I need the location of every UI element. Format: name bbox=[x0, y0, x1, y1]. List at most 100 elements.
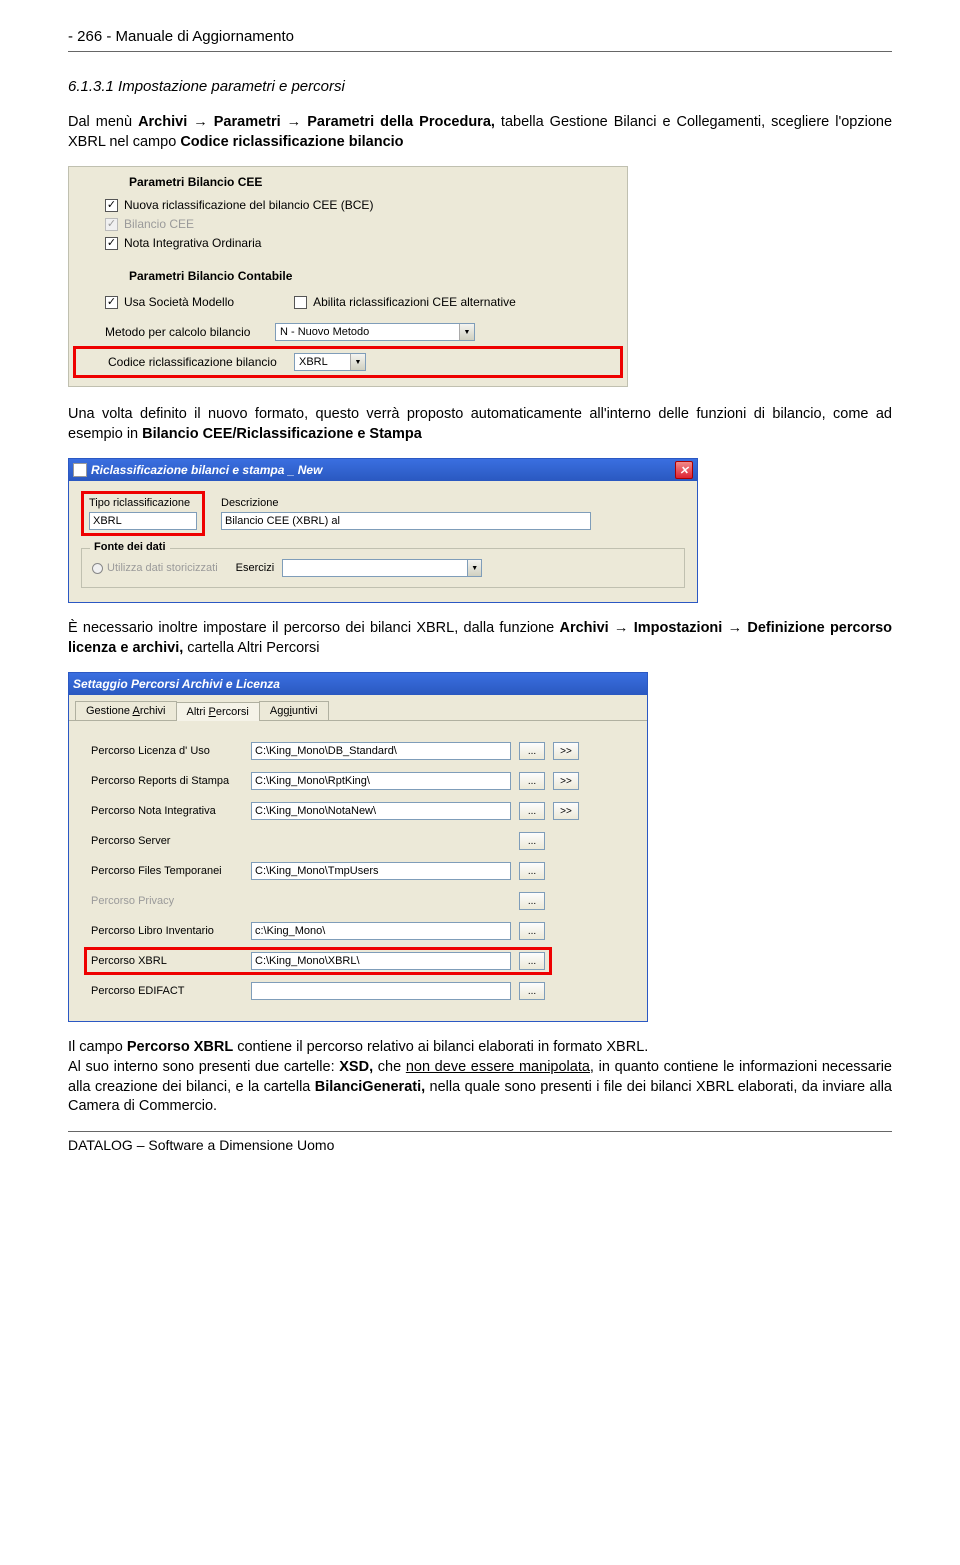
field-label: Metodo per calcolo bilancio bbox=[105, 325, 265, 339]
highlight-red: Tipo riclassificazione XBRL bbox=[81, 491, 205, 536]
text-bold: Parametri bbox=[214, 114, 281, 130]
checkbox-label: Nuova riclassificazione del bilancio CEE… bbox=[124, 198, 373, 212]
panel-section-title: Parametri Bilancio Contabile bbox=[129, 269, 627, 283]
path-input[interactable]: C:\King_Mono\NotaNew\ bbox=[251, 802, 511, 820]
text: Il campo bbox=[68, 1039, 127, 1055]
input-tipo-riclassificazione[interactable]: XBRL bbox=[89, 512, 197, 530]
paragraph-2: Una volta definito il nuovo formato, que… bbox=[68, 405, 892, 444]
browse-button[interactable]: ... bbox=[519, 952, 545, 970]
radio-utilizza-storicizzati: Utilizza dati storicizzati bbox=[92, 562, 218, 574]
radio-icon bbox=[92, 563, 103, 574]
browse-button[interactable]: ... bbox=[519, 832, 545, 850]
text-bold: Bilancio CEE/Riclassificazione e Stampa bbox=[142, 426, 422, 442]
tab-gestione-archivi[interactable]: Gestione Archivi bbox=[75, 701, 177, 720]
path-row: Percorso Files TemporaneiC:\King_Mono\Tm… bbox=[91, 857, 625, 885]
checkbox-icon[interactable] bbox=[294, 296, 307, 309]
section-heading: 6.1.3.1 Impostazione parametri e percors… bbox=[68, 78, 892, 95]
window-titlebar: Settaggio Percorsi Archivi e Licenza bbox=[69, 673, 647, 695]
field-label: Descrizione bbox=[221, 497, 591, 509]
t: Altri bbox=[187, 706, 209, 718]
text: Dal menù bbox=[68, 114, 138, 130]
path-label: Percorso Libro Inventario bbox=[91, 925, 243, 937]
tab-altri-percorsi[interactable]: Altri Percorsi bbox=[176, 702, 260, 721]
page-footer: DATALOG – Software a Dimensione Uomo bbox=[68, 1131, 892, 1153]
t: Gestione bbox=[86, 705, 132, 717]
radio-label: Utilizza dati storicizzati bbox=[107, 562, 218, 574]
browse-button[interactable]: ... bbox=[519, 922, 545, 940]
dropdown-codice-riclassificazione[interactable]: XBRL ▼ bbox=[294, 353, 366, 371]
dropdown-metodo[interactable]: N - Nuovo Metodo ▼ bbox=[275, 323, 475, 341]
path-label: Percorso Server bbox=[91, 835, 243, 847]
checkbox-icon[interactable] bbox=[105, 237, 118, 250]
checkbox-row: Bilancio CEE bbox=[105, 216, 627, 232]
path-input[interactable]: C:\King_Mono\RptKing\ bbox=[251, 772, 511, 790]
path-label: Percorso Reports di Stampa bbox=[91, 775, 243, 787]
form-row-metodo: Metodo per calcolo bilancio N - Nuovo Me… bbox=[105, 323, 627, 341]
text-bold: Codice riclassificazione bilancio bbox=[180, 134, 403, 150]
paragraph-4: Il campo Percorso XBRL contiene il perco… bbox=[68, 1038, 892, 1116]
path-row: Percorso Server... bbox=[91, 827, 625, 855]
checkbox-row: Nota Integrativa Ordinaria bbox=[105, 235, 627, 251]
window-title: Riclassificazione bilanci e stampa _ New bbox=[91, 463, 322, 477]
panel-parametri-bilancio: Parametri Bilancio CEE Nuova riclassific… bbox=[68, 166, 628, 387]
dropdown-value: N - Nuovo Metodo bbox=[276, 326, 459, 338]
browse-button[interactable]: ... bbox=[519, 982, 545, 1000]
browse-button[interactable]: ... bbox=[519, 742, 545, 760]
field-label: Esercizi bbox=[236, 562, 275, 574]
group-fonte-dati: Fonte dei dati Utilizza dati storicizzat… bbox=[81, 548, 685, 588]
path-label: Percorso Privacy bbox=[91, 895, 243, 907]
text-bold: Impostazioni bbox=[634, 620, 723, 636]
t: Agg bbox=[270, 705, 290, 717]
expand-button[interactable]: >> bbox=[553, 802, 579, 820]
t: A bbox=[132, 705, 139, 717]
paragraph-3: È necessario inoltre impostare il percor… bbox=[68, 619, 892, 658]
checkbox-icon bbox=[105, 218, 118, 231]
path-input[interactable]: C:\King_Mono\DB_Standard\ bbox=[251, 742, 511, 760]
close-icon[interactable]: ✕ bbox=[675, 461, 693, 479]
text-bold: Archivi bbox=[560, 620, 609, 636]
path-input[interactable]: C:\King_Mono\TmpUsers bbox=[251, 862, 511, 880]
highlight-red: Codice riclassificazione bilancio XBRL ▼ bbox=[73, 346, 623, 378]
input-esercizi[interactable] bbox=[282, 559, 467, 577]
browse-button[interactable]: ... bbox=[519, 802, 545, 820]
checkbox-row: Abilita riclassificazioni CEE alternativ… bbox=[294, 294, 516, 310]
checkbox-label: Bilancio CEE bbox=[124, 217, 194, 231]
checkbox-label: Usa Società Modello bbox=[124, 295, 234, 309]
group-title: Fonte dei dati bbox=[90, 541, 170, 553]
window-icon bbox=[73, 463, 87, 477]
path-input[interactable] bbox=[251, 982, 511, 1000]
arrow-icon: → bbox=[281, 114, 308, 130]
browse-button[interactable]: ... bbox=[519, 772, 545, 790]
text: È necessario inoltre impostare il percor… bbox=[68, 620, 560, 636]
chevron-down-icon[interactable]: ▼ bbox=[350, 354, 365, 370]
t: untivi bbox=[292, 705, 318, 717]
arrow-icon: → bbox=[609, 620, 634, 636]
text-bold: Archivi bbox=[138, 114, 187, 130]
field-label: Tipo riclassificazione bbox=[89, 497, 197, 509]
browse-button[interactable]: ... bbox=[519, 892, 545, 910]
browse-button[interactable]: ... bbox=[519, 862, 545, 880]
text-bold: BilanciGenerati, bbox=[315, 1079, 425, 1095]
path-label: Percorso EDIFACT bbox=[91, 985, 243, 997]
chevron-down-icon[interactable]: ▼ bbox=[467, 559, 482, 577]
chevron-down-icon[interactable]: ▼ bbox=[459, 324, 474, 340]
checkbox-icon[interactable] bbox=[105, 199, 118, 212]
expand-button[interactable]: >> bbox=[553, 772, 579, 790]
path-row: Percorso Privacy... bbox=[91, 887, 625, 915]
text-bold: XSD, bbox=[339, 1059, 373, 1075]
window-settaggio-percorsi: Settaggio Percorsi Archivi e Licenza Ges… bbox=[68, 672, 648, 1022]
expand-button[interactable]: >> bbox=[553, 742, 579, 760]
input-descrizione[interactable]: Bilancio CEE (XBRL) al bbox=[221, 512, 591, 530]
checkbox-icon[interactable] bbox=[105, 296, 118, 309]
path-input[interactable]: C:\King_Mono\XBRL\ bbox=[251, 952, 511, 970]
window-titlebar: Riclassificazione bilanci e stampa _ New… bbox=[69, 459, 697, 481]
path-row: Percorso Licenza d' UsoC:\King_Mono\DB_S… bbox=[91, 737, 625, 765]
t: P bbox=[209, 706, 216, 718]
text-underline: non deve essere manipolata, bbox=[406, 1059, 594, 1075]
path-label: Percorso Nota Integrativa bbox=[91, 805, 243, 817]
paragraph-1: Dal menù Archivi → Parametri → Parametri… bbox=[68, 113, 892, 152]
path-input[interactable]: c:\King_Mono\ bbox=[251, 922, 511, 940]
tab-aggiuntivi[interactable]: Aggiuntivi bbox=[259, 701, 329, 720]
page-header: - 266 - Manuale di Aggiornamento bbox=[68, 28, 892, 52]
window-riclassificazione: Riclassificazione bilanci e stampa _ New… bbox=[68, 458, 698, 603]
